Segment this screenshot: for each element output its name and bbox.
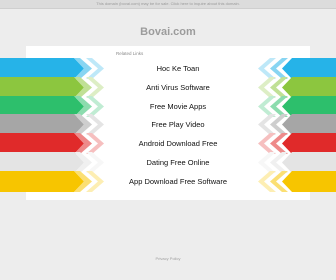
related-link[interactable]: App Download Free Software: [110, 171, 246, 192]
link-row[interactable]: App Download Free Software: [0, 170, 336, 192]
arrow-left-icon: [258, 170, 336, 192]
arrow-segment: [0, 170, 84, 192]
sale-notice-text[interactable]: This domain (bovai.com) may be for sale.…: [96, 1, 240, 6]
arrow-right-icon: [0, 170, 104, 192]
arrow-segment: [282, 170, 336, 192]
domain-title: Bovai.com: [140, 26, 196, 38]
sale-notice-bar[interactable]: This domain (bovai.com) may be for sale.…: [0, 0, 336, 9]
privacy-policy-link[interactable]: Privacy Policy: [0, 256, 336, 261]
related-links-label: Related Links: [116, 51, 144, 56]
